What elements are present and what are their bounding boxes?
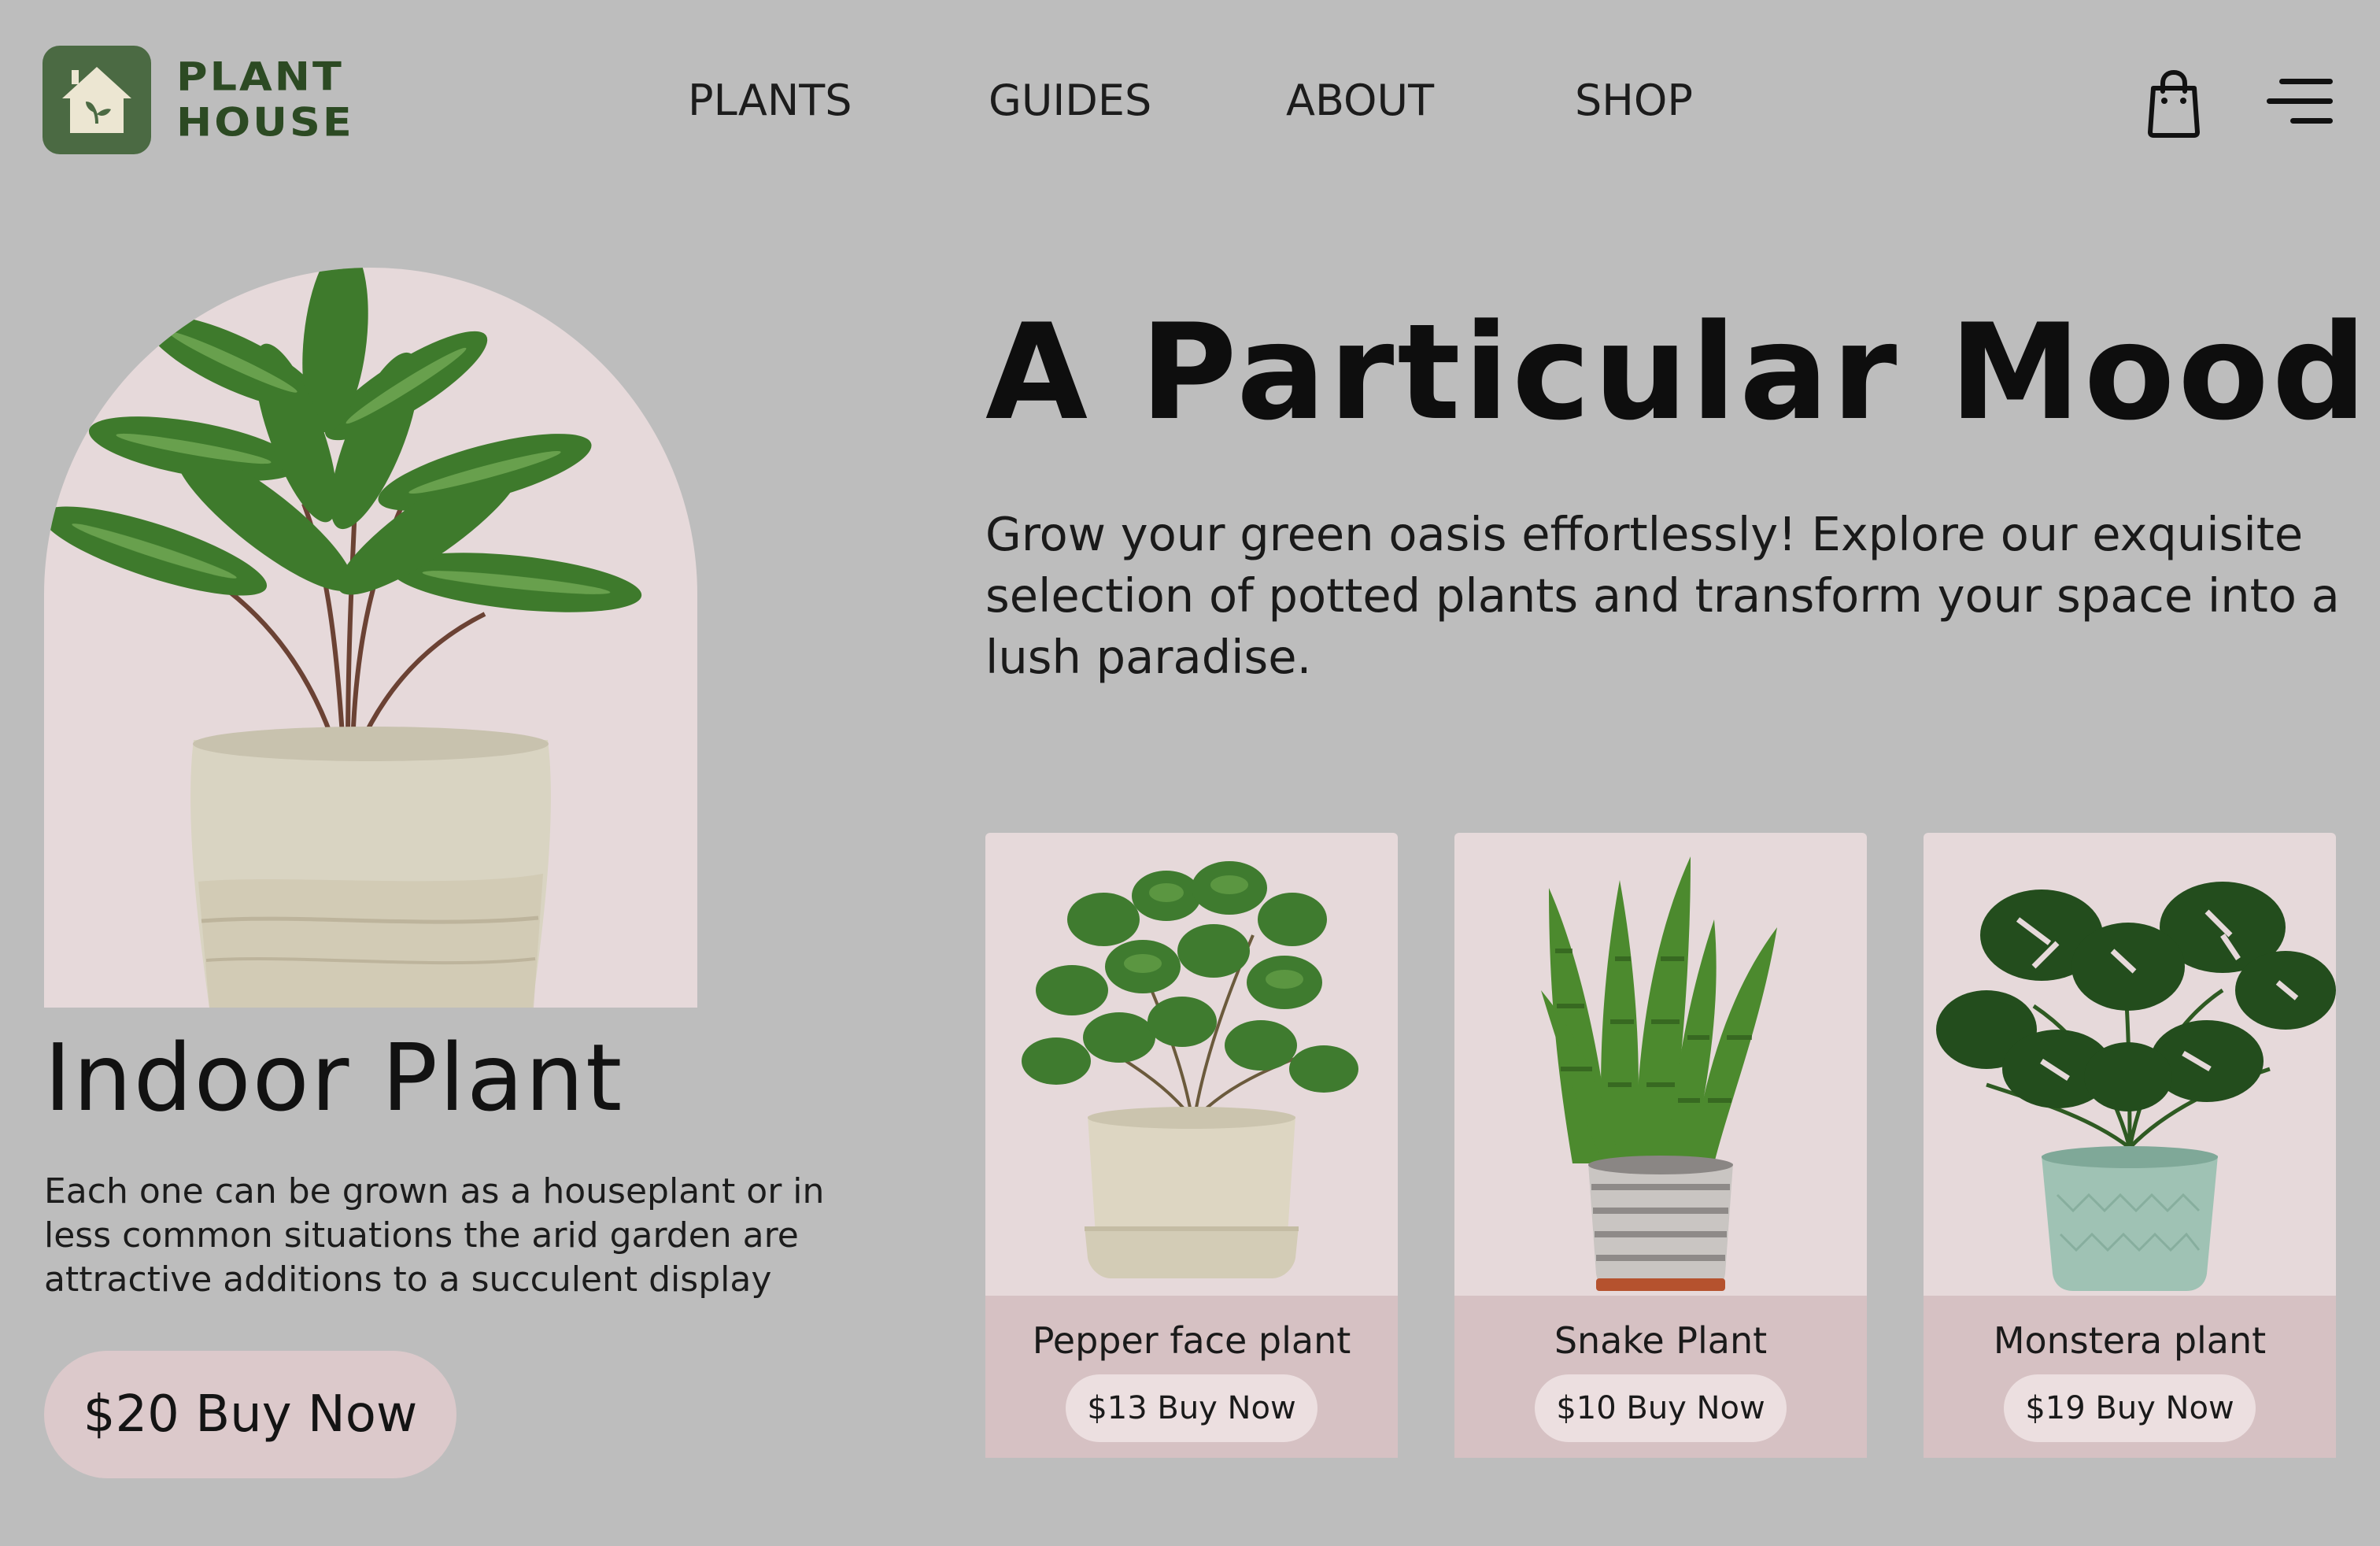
hamburger-menu-icon[interactable] xyxy=(2264,76,2336,128)
product-image xyxy=(1454,833,1867,1296)
feature-description: Each one can be grown as a houseplant or… xyxy=(44,1171,825,1300)
house-sprout-icon xyxy=(42,46,151,154)
nav-item-shop[interactable]: SHOP xyxy=(1575,76,1693,125)
product-card-monstera[interactable]: Monstera plant $19 Buy Now xyxy=(1924,833,2336,1458)
shopping-bag-icon[interactable] xyxy=(2142,68,2205,139)
product-buy-button[interactable]: $13 Buy Now xyxy=(1066,1374,1318,1442)
product-name: Monstera plant xyxy=(1993,1319,2267,1362)
hero-title: A Particular Mood xyxy=(985,295,2370,449)
brand-name: PLANT HOUSE xyxy=(176,54,354,146)
product-card-snake-plant[interactable]: Snake Plant $10 Buy Now xyxy=(1454,833,1867,1458)
nav-item-about[interactable]: ABOUT xyxy=(1286,76,1434,125)
hero-description: Grow your green oasis effortlessly! Expl… xyxy=(985,507,2340,684)
peperomia-plant-illustration xyxy=(1022,861,1358,1278)
product-card-footer: Snake Plant $10 Buy Now xyxy=(1454,1296,1867,1458)
nav-item-plants[interactable]: PLANTS xyxy=(688,76,852,125)
product-image xyxy=(1924,833,2336,1296)
product-image xyxy=(985,833,1398,1296)
product-name: Snake Plant xyxy=(1554,1319,1768,1362)
calathea-plant-illustration xyxy=(44,268,642,1008)
feature-buy-button[interactable]: $20 Buy Now xyxy=(44,1351,456,1478)
product-buy-button[interactable]: $10 Buy Now xyxy=(1535,1374,1787,1442)
brand-line-2: HOUSE xyxy=(176,99,354,146)
product-buy-button[interactable]: $19 Buy Now xyxy=(2004,1374,2256,1442)
nav-item-guides[interactable]: GUIDES xyxy=(989,76,1151,125)
product-name: Pepper face plant xyxy=(1032,1319,1351,1362)
brand-logo[interactable]: PLANT HOUSE xyxy=(42,46,354,154)
product-card-footer: Monstera plant $19 Buy Now xyxy=(1924,1296,2336,1458)
brand-line-1: PLANT xyxy=(176,54,344,100)
monstera-plant-illustration xyxy=(1936,882,2336,1291)
snake-plant-illustration xyxy=(1541,856,1777,1291)
product-card-pepper-face[interactable]: Pepper face plant $13 Buy Now xyxy=(985,833,1398,1458)
feature-title: Indoor Plant xyxy=(44,1023,624,1132)
feature-image xyxy=(44,268,697,1008)
product-card-footer: Pepper face plant $13 Buy Now xyxy=(985,1296,1398,1458)
